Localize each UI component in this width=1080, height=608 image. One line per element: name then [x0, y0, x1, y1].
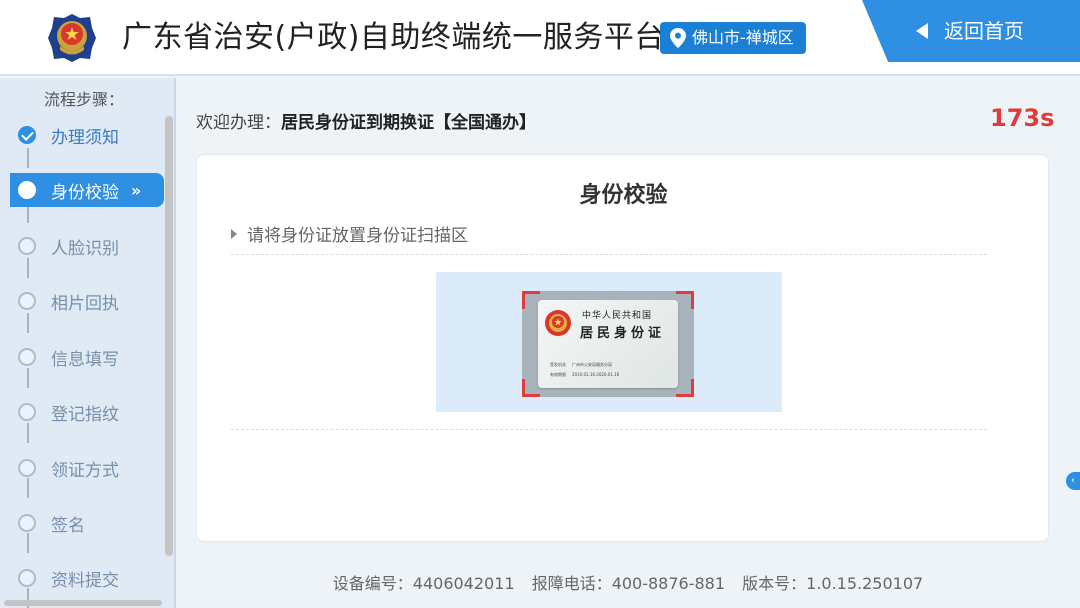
location-pin-icon [670, 28, 686, 48]
side-panel-toggle[interactable]: ‹ [1066, 472, 1080, 490]
step-face-recognition[interactable]: 人脸识别 [18, 230, 168, 262]
step-submit[interactable]: 资料提交 [18, 562, 168, 594]
step-label: 领证方式 [51, 460, 119, 481]
caret-right-icon [231, 228, 237, 239]
steps-title: 流程步骤： [44, 90, 125, 109]
step-label: 办理须知 [51, 127, 119, 148]
step-label: 身份校验 [51, 182, 119, 203]
id-country-text: 中华人民共和国 [582, 311, 653, 321]
id-scan-area: 中华人民共和国 居民身份证 签发机关 广州市公安局服务分局 有效期限 2010.01… [436, 272, 782, 412]
process-steps-sidebar: 流程步骤： 办理须知 身份校验 » 人脸识别 相片回执 信息填写 登记指纹 领证… [0, 78, 176, 608]
step-circle-icon [18, 459, 36, 477]
welcome-prefix: 欢迎办理： [196, 113, 281, 133]
step-notice[interactable]: 办理须知 [18, 119, 168, 151]
divider [231, 429, 987, 430]
verification-card: 身份校验 请将身份证放置身份证扫描区 中华人民共和国 居民身份证 签发机关 广州市… [196, 154, 1049, 542]
scan-corner-icon [676, 291, 694, 309]
national-emblem-icon [545, 310, 571, 336]
id-validity-row: 有效期限 2010.01.16-2020.01.16 [550, 372, 619, 378]
back-home-button[interactable]: 返回首页 [862, 0, 1080, 62]
step-label: 人脸识别 [51, 238, 119, 259]
step-circle-icon [18, 569, 36, 587]
location-text: 佛山市-禅城区 [692, 28, 794, 47]
id-card-illustration: 中华人民共和国 居民身份证 签发机关 广州市公安局服务分局 有效期限 2010.01… [538, 300, 678, 388]
welcome-line: 欢迎办理：居民身份证到期换证【全国通办】 [196, 108, 536, 133]
step-label: 签名 [51, 515, 85, 536]
step-label: 资料提交 [51, 570, 119, 591]
id-authority-row: 签发机关 广州市公安局服务分局 [550, 362, 612, 368]
police-emblem-icon [48, 14, 96, 62]
step-circle-icon [18, 514, 36, 532]
step-circle-icon [18, 237, 36, 255]
scan-corner-icon [676, 379, 694, 397]
sidebar-horizontal-scrollbar[interactable] [4, 600, 162, 606]
instruction-line: 请将身份证放置身份证扫描区 [231, 221, 468, 246]
version-number: 版本号：1.0.15.250107 [742, 574, 924, 593]
step-identity-verification[interactable]: 身份校验 » [10, 173, 164, 207]
app-header: 广东省治安(户政)自助终端统一服务平台 佛山市-禅城区 返回首页 [0, 0, 1080, 76]
check-circle-icon [18, 126, 36, 144]
id-validity-value: 2010.01.16-2020.01.16 [572, 372, 620, 377]
id-card-name: 居民身份证 [580, 326, 666, 341]
scan-frame: 中华人民共和国 居民身份证 签发机关 广州市公安局服务分局 有效期限 2010.01… [522, 291, 694, 397]
instruction-text: 请将身份证放置身份证扫描区 [247, 226, 468, 246]
card-title: 身份校验 [579, 183, 668, 208]
double-chevron-right-icon: » [131, 180, 141, 200]
sidebar-vertical-scrollbar[interactable] [165, 116, 173, 556]
step-circle-icon [18, 348, 36, 366]
service-name: 居民身份证到期换证【全国通办】 [281, 113, 536, 133]
step-fingerprint[interactable]: 登记指纹 [18, 396, 168, 428]
support-hotline: 报障电话：400-8876-881 [531, 574, 726, 593]
step-pickup-method[interactable]: 领证方式 [18, 452, 168, 484]
location-badge[interactable]: 佛山市-禅城区 [660, 22, 806, 54]
step-photo-receipt[interactable]: 相片回执 [18, 285, 168, 317]
current-step-dot-icon [18, 181, 36, 199]
step-label: 相片回执 [51, 293, 119, 314]
step-label: 信息填写 [51, 349, 119, 370]
footer-info: 设备编号：4406042011 报障电话：400-8876-881 版本号：1.… [176, 570, 1080, 594]
device-number: 设备编号：4406042011 [332, 574, 515, 593]
steps-connector [27, 148, 29, 608]
step-circle-icon [18, 292, 36, 310]
id-authority-label: 签发机关 [550, 362, 566, 367]
id-authority-value: 广州市公安局服务分局 [572, 362, 612, 367]
id-validity-label: 有效期限 [550, 372, 566, 377]
divider [231, 254, 987, 255]
step-info-entry[interactable]: 信息填写 [18, 341, 168, 373]
back-home-label: 返回首页 [944, 19, 1024, 43]
step-signature[interactable]: 签名 [18, 507, 168, 539]
back-arrow-icon [916, 23, 928, 39]
countdown-timer: 173s [990, 104, 1055, 132]
step-label: 登记指纹 [51, 404, 119, 425]
app-title: 广东省治安(户政)自助终端统一服务平台 [122, 20, 665, 55]
step-circle-icon [18, 403, 36, 421]
